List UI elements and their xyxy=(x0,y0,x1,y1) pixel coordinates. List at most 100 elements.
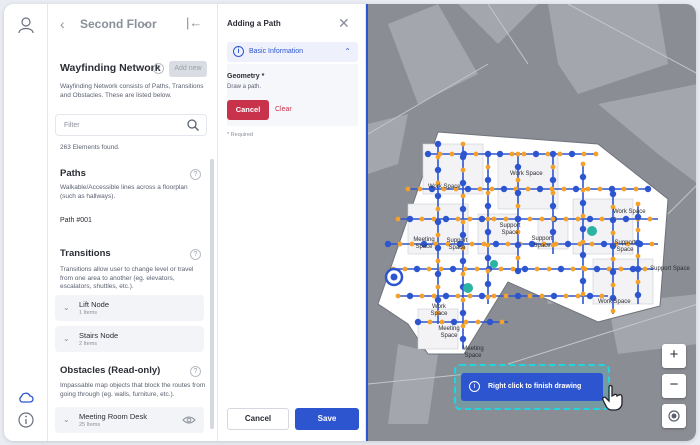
path-node xyxy=(585,186,591,192)
path-node xyxy=(610,230,616,236)
floor-map[interactable]: Work Space Work Space Work Space Meeting… xyxy=(366,4,696,441)
eye-icon[interactable] xyxy=(182,415,196,425)
path-node xyxy=(467,216,473,222)
path-node xyxy=(589,241,595,247)
path-node xyxy=(499,319,505,325)
collapse-panel-icon[interactable]: |← xyxy=(186,15,202,30)
room-label: Meeting Space xyxy=(462,346,484,359)
cancel-button[interactable]: Cancel xyxy=(227,408,289,430)
path-node xyxy=(455,216,461,222)
filter-input[interactable]: Filter xyxy=(55,114,207,136)
close-icon[interactable]: ✕ xyxy=(338,15,350,32)
room-label: Work Space xyxy=(430,304,448,317)
help-icon[interactable]: ? xyxy=(153,63,164,74)
toast-text: Right click to finish drawing xyxy=(488,383,582,390)
help-icon[interactable]: ? xyxy=(190,169,201,180)
basic-information-accordion[interactable]: i Basic Information ⌃ xyxy=(227,42,358,62)
room-label: Meeting Space xyxy=(438,326,460,339)
path-node xyxy=(539,216,545,222)
cancel-drawing-button[interactable]: Cancel xyxy=(227,100,269,120)
path-node xyxy=(417,186,423,192)
path-node xyxy=(489,186,495,192)
zoom-in-button[interactable]: + xyxy=(662,344,686,368)
save-button[interactable]: Save xyxy=(295,408,359,430)
geometry-label: Geometry * xyxy=(227,73,265,80)
path-node xyxy=(460,141,466,147)
path-node xyxy=(579,173,587,181)
path-node xyxy=(514,189,522,197)
path-node xyxy=(435,258,441,264)
clear-link[interactable]: Clear xyxy=(275,106,292,113)
path-node xyxy=(609,268,617,276)
path-node xyxy=(633,186,639,192)
transition-item-lift[interactable]: ⌄ Lift Node 1 Items xyxy=(55,295,204,321)
path-node xyxy=(419,293,425,299)
path-node xyxy=(473,151,479,157)
path-node xyxy=(395,216,401,222)
path-node xyxy=(484,150,492,158)
path-node xyxy=(435,284,441,290)
chevron-down-icon[interactable]: ⌄ xyxy=(141,16,150,29)
room-label: Work Space xyxy=(510,171,543,177)
path-node xyxy=(534,266,540,272)
path-node xyxy=(580,239,586,245)
path-node xyxy=(609,216,617,224)
path-node xyxy=(509,151,515,157)
room-label: Support Space xyxy=(446,238,468,251)
path-node xyxy=(463,319,469,325)
path-item[interactable]: Path #001 xyxy=(60,217,92,226)
path-node xyxy=(449,151,455,157)
path-node xyxy=(442,292,450,300)
path-node xyxy=(397,241,403,247)
path-node xyxy=(599,216,605,222)
cloud-icon[interactable] xyxy=(17,388,35,406)
path-node xyxy=(600,240,608,248)
path-node xyxy=(580,213,586,219)
path-node xyxy=(634,265,642,273)
path-node xyxy=(484,254,492,262)
transitions-title: Transitions xyxy=(60,248,111,259)
help-icon[interactable]: ? xyxy=(190,249,201,260)
path-node xyxy=(515,177,521,183)
path-node xyxy=(563,293,569,299)
path-node xyxy=(536,185,544,193)
path-node xyxy=(450,318,458,326)
user-icon[interactable] xyxy=(17,16,35,34)
path-node xyxy=(419,216,425,222)
search-icon[interactable] xyxy=(186,118,200,132)
path-node xyxy=(539,293,545,299)
item-count: 25 Items xyxy=(79,422,101,428)
path-node xyxy=(500,185,508,193)
path-node xyxy=(434,218,442,226)
path-node xyxy=(485,294,491,300)
path-node xyxy=(460,193,466,199)
path-node xyxy=(634,291,642,299)
path-node xyxy=(474,266,480,272)
path-node xyxy=(459,205,467,213)
location-marker-icon[interactable] xyxy=(384,267,404,287)
transition-item-stairs[interactable]: ⌄ Stairs Node 2 Items xyxy=(55,326,204,352)
info-icon[interactable] xyxy=(17,411,35,429)
back-icon[interactable]: ‹ xyxy=(60,16,65,32)
path-node xyxy=(460,219,466,225)
network-description: Wayfinding Network consists of Paths, Tr… xyxy=(60,83,204,99)
path-node xyxy=(477,186,483,192)
help-icon[interactable]: ? xyxy=(190,366,201,377)
geometry-section: Geometry * Draw a path. Cancel Clear xyxy=(227,64,358,126)
info-icon: i xyxy=(469,381,480,392)
path-node xyxy=(478,215,486,223)
path-node xyxy=(424,150,432,158)
path-node xyxy=(579,277,587,285)
path-node xyxy=(635,253,641,259)
zoom-out-button[interactable]: − xyxy=(662,374,686,398)
add-new-button[interactable]: Add new xyxy=(169,61,207,77)
scrollbar[interactable] xyxy=(210,159,214,429)
form-title: Adding a Path xyxy=(227,19,281,28)
path-node xyxy=(642,266,648,272)
recenter-button[interactable] xyxy=(662,404,686,428)
obstacles-description: Impassable map objects that block the ro… xyxy=(60,382,206,398)
obstacle-item-desk[interactable]: ⌄ Meeting Room Desk 25 Items xyxy=(55,407,204,433)
path-node xyxy=(593,151,599,157)
path-node xyxy=(550,190,556,196)
path-node xyxy=(435,206,441,212)
